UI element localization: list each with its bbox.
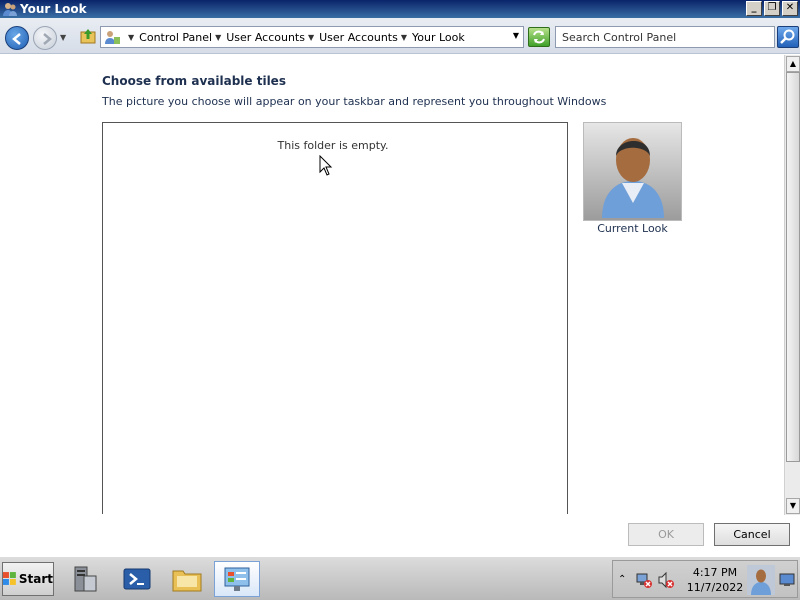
taskbar: Start ⌃ 4:17 PM 11/7/2022 — [0, 556, 800, 600]
breadcrumb-your-look[interactable]: Your Look — [412, 31, 465, 44]
ok-button[interactable]: OK — [628, 523, 704, 546]
cancel-button[interactable]: Cancel — [714, 523, 790, 546]
recent-pages-dropdown[interactable]: ▼ — [60, 33, 66, 42]
search-icon — [780, 29, 795, 44]
show-hidden-icons-icon[interactable]: ⌃ — [618, 574, 626, 585]
refresh-icon — [533, 30, 545, 44]
start-button[interactable]: Start — [2, 562, 54, 596]
user-avatar-icon — [602, 138, 664, 218]
address-bar-row: ▼ ▼ Control Panel ▼ User Accounts ▼ User… — [0, 18, 800, 54]
breadcrumb-user-accounts-category[interactable]: User Accounts — [226, 31, 305, 44]
title-bar: Your Look _ ❐ ✕ — [0, 0, 800, 18]
content-area: Choose from available tiles The picture … — [0, 55, 790, 555]
window-title: Your Look — [20, 2, 87, 16]
breadcrumb-control-panel[interactable]: Control Panel — [139, 31, 212, 44]
folder-icon — [172, 570, 202, 592]
page-heading: Choose from available tiles — [102, 74, 286, 88]
back-arrow-icon — [12, 33, 21, 45]
scroll-thumb[interactable] — [786, 72, 800, 462]
scroll-up-button[interactable]: ▲ — [786, 56, 800, 72]
control-panel-icon — [224, 567, 250, 591]
tile-list[interactable]: This folder is empty. — [102, 122, 568, 514]
user-accounts-icon — [3, 3, 17, 16]
network-icon[interactable] — [635, 571, 653, 589]
breadcrumb[interactable]: ▼ Control Panel ▼ User Accounts ▼ User A… — [100, 26, 524, 48]
up-folder-icon[interactable] — [80, 27, 96, 45]
breadcrumb-user-accounts[interactable]: User Accounts — [319, 31, 398, 44]
forward-arrow-icon — [43, 33, 52, 45]
control-panel-icon — [105, 31, 120, 44]
search-button[interactable] — [777, 26, 799, 48]
scroll-down-button[interactable]: ▼ — [786, 498, 800, 514]
server-manager-icon — [74, 566, 97, 592]
clock-date[interactable]: 11/7/2022 — [683, 581, 747, 594]
start-label: Start — [18, 572, 53, 586]
system-tray: ⌃ 4:17 PM 11/7/2022 — [612, 560, 798, 598]
show-desktop-icon[interactable] — [779, 573, 795, 587]
empty-folder-message: This folder is empty. — [277, 139, 389, 152]
taskbar-control-panel[interactable] — [214, 561, 260, 597]
refresh-button[interactable] — [528, 27, 550, 47]
clock-time[interactable]: 4:17 PM — [683, 566, 747, 579]
current-look-picture — [583, 122, 682, 221]
mouse-cursor-icon — [319, 155, 333, 176]
vertical-scrollbar[interactable]: ▲ ▼ — [784, 55, 800, 515]
forward-button[interactable] — [33, 26, 57, 50]
address-dropdown-icon[interactable]: ▼ — [513, 31, 519, 40]
chevron-right-icon[interactable]: ▼ — [401, 33, 407, 42]
volume-muted-icon[interactable] — [657, 571, 675, 589]
close-button[interactable]: ✕ — [782, 1, 798, 16]
minimize-button[interactable]: _ — [746, 1, 762, 16]
powershell-icon — [123, 568, 151, 590]
page-description: The picture you choose will appear on yo… — [102, 95, 607, 108]
chevron-right-icon[interactable]: ▼ — [215, 33, 221, 42]
restore-button[interactable]: ❐ — [764, 1, 780, 16]
chevron-right-icon[interactable]: ▼ — [308, 33, 314, 42]
search-input[interactable]: Search Control Panel — [555, 26, 775, 48]
chevron-right-icon[interactable]: ▼ — [128, 33, 134, 42]
current-look-label: Current Look — [597, 222, 668, 235]
taskbar-server-manager[interactable] — [62, 561, 108, 597]
taskbar-powershell[interactable] — [114, 561, 160, 597]
user-avatar-icon[interactable] — [747, 565, 775, 595]
windows-logo-icon — [3, 572, 16, 585]
back-button[interactable] — [5, 26, 29, 50]
taskbar-file-explorer[interactable] — [164, 561, 210, 597]
